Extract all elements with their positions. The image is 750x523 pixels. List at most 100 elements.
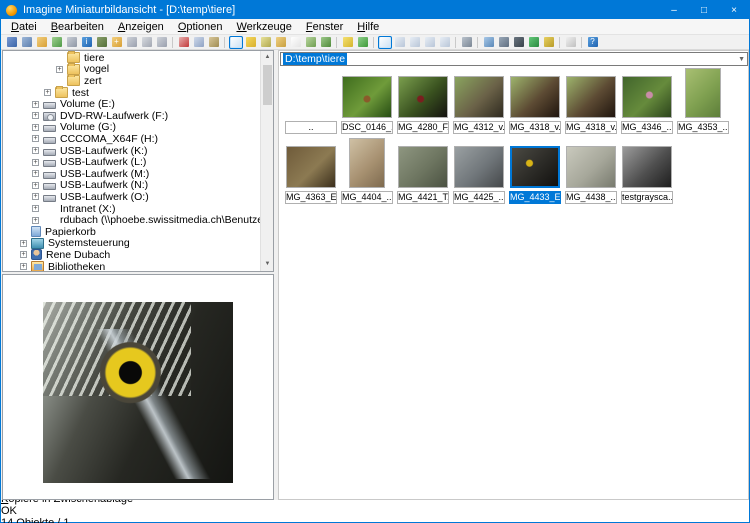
tree-item-volume-e[interactable]: +Volume (E:) [32, 98, 115, 110]
expand-icon[interactable]: + [32, 205, 39, 212]
capture-icon[interactable] [95, 36, 109, 49]
minimize-button[interactable]: – [659, 1, 689, 19]
blank-view-icon[interactable] [289, 36, 303, 49]
thumbnail-mg-4421-t[interactable]: MG_4421_T... [395, 140, 451, 206]
expand-icon[interactable]: + [32, 170, 39, 177]
size-list-icon[interactable] [423, 36, 437, 49]
refresh-icon[interactable] [356, 36, 370, 49]
tree-item-zert[interactable]: zert [56, 75, 102, 87]
thumbnail-mg-4353[interactable]: MG_4353_... [675, 70, 731, 136]
size-medium-icon[interactable] [393, 36, 407, 49]
wallpaper-icon[interactable] [527, 36, 541, 49]
thumbnail-mg-4363-e[interactable]: MG_4363_E... [283, 140, 339, 206]
scroll-down-icon[interactable]: ▼ [261, 258, 274, 271]
expand-icon[interactable]: + [32, 124, 39, 131]
tree-item-dvd-rw-laufwerk-f[interactable]: +DVD-RW-Laufwerk (F:) [32, 110, 168, 122]
image-view-icon[interactable] [304, 36, 318, 49]
thumbnail-mg-4425[interactable]: MG_4425_... [451, 140, 507, 206]
tree-item-rene-dubach[interactable]: +Rene Dubach [20, 249, 110, 261]
tree-item-cccoma-x64f-h[interactable]: +CCCOMA_X64F (H:) [32, 133, 158, 145]
thumbnail-testgraysca[interactable]: testgraysca... [619, 140, 675, 206]
menu-bearbeiten[interactable]: Bearbeiten [44, 20, 111, 34]
thumbnail-mg-4312-v[interactable]: MG_4312_v... [451, 70, 507, 136]
size-large-icon[interactable] [378, 36, 392, 49]
wrench-icon[interactable] [460, 36, 474, 49]
expand-icon[interactable]: + [32, 101, 39, 108]
expand-icon[interactable]: + [32, 135, 39, 142]
menu-datei[interactable]: Datei [4, 20, 44, 34]
scroll-up-icon[interactable]: ▲ [261, 51, 274, 64]
thumbnail-dsc-0146[interactable]: DSC_0146_... [339, 70, 395, 136]
thumbnail-mg-4318-v[interactable]: MG_4318_v... [507, 70, 563, 136]
expand-icon[interactable]: + [32, 182, 39, 189]
thumbnail-mg-4433-e[interactable]: MG_4433_E... [507, 140, 563, 206]
tree-item-intranet-x[interactable]: +Intranet (X:) [32, 203, 115, 215]
tree-item-usb-laufwerk-l[interactable]: +USB-Laufwerk (L:) [32, 156, 146, 168]
tree-item-papierkorb[interactable]: Papierkorb [20, 226, 96, 238]
tree-scrollbar[interactable]: ▲ ▼ [260, 51, 273, 271]
expand-icon[interactable]: + [32, 159, 39, 166]
menu-optionen[interactable]: Optionen [171, 20, 230, 34]
multi-edit-icon[interactable] [542, 36, 556, 49]
timeline-view-icon[interactable] [259, 36, 273, 49]
ok-button[interactable]: OK [1, 505, 749, 517]
thumbnail-mg-4318-v[interactable]: MG_4318_v... [563, 70, 619, 136]
close-button[interactable]: × [719, 1, 749, 19]
expand-icon[interactable]: + [20, 263, 27, 270]
tree-item-tiere[interactable]: tiere [56, 52, 104, 64]
tree-view-icon[interactable] [274, 36, 288, 49]
tree-item-volume-g[interactable]: +Volume (G:) [32, 122, 116, 134]
expand-icon[interactable]: + [56, 66, 63, 73]
thumbnail-mg-4404[interactable]: MG_4404_... [339, 140, 395, 206]
tree-item-bibliotheken[interactable]: +Bibliotheken [20, 261, 105, 272]
expand-icon[interactable]: + [32, 112, 39, 119]
slideshow-icon[interactable] [20, 36, 34, 49]
thumbnail-parent-folder[interactable]: .. [283, 70, 339, 136]
recycle-icon[interactable] [155, 36, 169, 49]
open-folder-icon[interactable] [35, 36, 49, 49]
favorites-icon[interactable] [341, 36, 355, 49]
menu-hilfe[interactable]: Hilfe [350, 20, 386, 34]
cut-icon[interactable] [177, 36, 191, 49]
info-icon[interactable]: i [80, 36, 94, 49]
copy-icon[interactable] [192, 36, 206, 49]
thumbnail-mg-4438[interactable]: MG_4438_... [563, 140, 619, 206]
expand-icon[interactable]: + [20, 251, 27, 258]
screen-icon[interactable] [512, 36, 526, 49]
browse-view-icon[interactable] [319, 36, 333, 49]
delete-icon[interactable] [140, 36, 154, 49]
print-icon[interactable] [65, 36, 79, 49]
thumbnail-mg-4346[interactable]: MG_4346_... [619, 70, 675, 136]
new-folder-icon[interactable]: + [110, 36, 124, 49]
menu-fenster[interactable]: Fenster [299, 20, 350, 34]
help-icon[interactable]: ? [586, 36, 600, 49]
tree-item-usb-laufwerk-k[interactable]: +USB-Laufwerk (K:) [32, 145, 148, 157]
thumbnail-view-icon[interactable] [229, 36, 243, 49]
convert-icon[interactable] [482, 36, 496, 49]
address-combobox[interactable]: D:\temp\tiere ▼ [280, 52, 748, 66]
expand-icon[interactable]: + [44, 89, 51, 96]
tree-item-usb-laufwerk-n[interactable]: +USB-Laufwerk (N:) [32, 180, 148, 192]
expand-icon[interactable]: + [32, 147, 39, 154]
size-detail-icon[interactable] [438, 36, 452, 49]
preview-icon[interactable] [5, 36, 19, 49]
paste-icon[interactable] [207, 36, 221, 49]
expand-icon[interactable]: + [32, 217, 39, 224]
copy-to-folder-icon[interactable] [50, 36, 64, 49]
tree-item-test[interactable]: +test [44, 87, 89, 99]
chevron-down-icon[interactable]: ▼ [738, 56, 745, 63]
expand-icon[interactable]: + [20, 240, 27, 247]
tree-item-vogel[interactable]: +vogel [56, 64, 109, 76]
tree-item-usb-laufwerk-o[interactable]: +USB-Laufwerk (O:) [32, 191, 149, 203]
menu-anzeigen[interactable]: Anzeigen [111, 20, 171, 34]
thumbnail-mg-4280-f[interactable]: MG_4280_F... [395, 70, 451, 136]
rename-icon[interactable] [125, 36, 139, 49]
menu-werkzeuge[interactable]: Werkzeuge [229, 20, 298, 34]
batch-icon[interactable] [497, 36, 511, 49]
maximize-button[interactable]: □ [689, 1, 719, 19]
tree-item-usb-laufwerk-m[interactable]: +USB-Laufwerk (M:) [32, 168, 149, 180]
tree-item-systemsteuerung[interactable]: +Systemsteuerung [20, 238, 130, 250]
expand-icon[interactable]: + [32, 193, 39, 200]
list-view-icon[interactable] [244, 36, 258, 49]
size-small-icon[interactable] [408, 36, 422, 49]
